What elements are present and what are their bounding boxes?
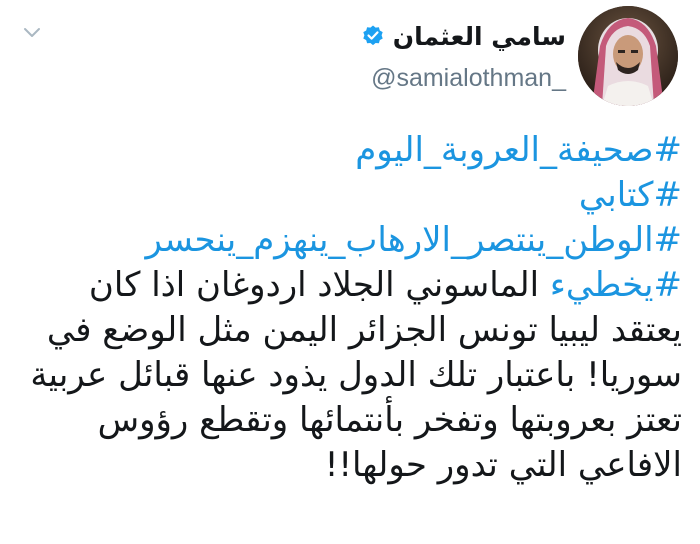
hashtag-link[interactable]: #الوطن_ينتصر_الارهاب_ينهزم_ينحسر [18,218,682,263]
tweet-line: الافاعي التي تدور حولها!! [324,445,682,485]
tweet-text: #صحيفة_العروبة_اليوم #كتابي #الوطن_ينتصر… [18,128,682,488]
hashtag-link[interactable]: #يخطيء [550,265,682,305]
tweet-line: يعتقد ليبيا تونس الجزائر اليمن مثل الوضع… [46,310,682,350]
hashtag-link[interactable]: #كتابي [18,173,682,218]
chevron-down-icon[interactable] [22,22,42,42]
tweet-line: تعتز بعروبتها وتفخر بأنتمائها وتقطع رؤوس [97,400,682,440]
profile-photo [578,6,678,106]
tweet-header: سامي العثمان @samialothman_ [0,0,700,110]
tweet-line: #يخطيء الماسوني الجلاد اردوغان اذا كان [18,263,682,308]
avatar[interactable] [578,6,678,106]
tweet-line-text: الماسوني الجلاد اردوغان اذا كان [88,265,550,305]
verified-badge-icon [363,25,383,46]
name-row: سامي العثمان [361,20,566,52]
display-name[interactable]: سامي العثمان [393,22,566,51]
hashtag-link[interactable]: #صحيفة_العروبة_اليوم [18,128,682,173]
user-handle[interactable]: @samialothman_ [371,64,566,93]
tweet-line: سوريا! باعتبار تلك الدول يذود عنها قبائل… [30,355,682,395]
